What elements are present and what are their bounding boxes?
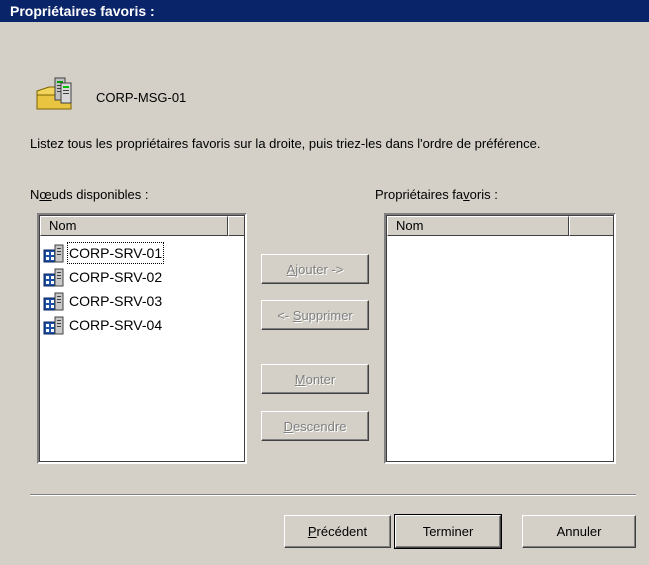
list-item-label: CORP-SRV-01 xyxy=(67,242,165,264)
finish-button[interactable]: Terminer xyxy=(394,514,502,549)
available-nodes-label: Nœuds disponibles : xyxy=(30,187,149,202)
footer-separator xyxy=(30,494,636,496)
available-nodes-list[interactable]: Nom CORP-SRV-01 CORP-SRV-02 CORP-SRV-03 COR… xyxy=(37,213,247,464)
wizard-dialog: Propriétaires favoris : CORP-MSG-01 List… xyxy=(0,0,649,565)
cluster-node-icon xyxy=(43,292,64,311)
list-item[interactable]: CORP-SRV-02 xyxy=(43,266,164,288)
cancel-button[interactable]: Annuler xyxy=(522,515,636,548)
column-header-name[interactable]: Nom xyxy=(40,216,228,236)
add-button[interactable]: Ajouter -> xyxy=(261,254,369,284)
remove-button[interactable]: <- Supprimer xyxy=(261,300,369,330)
list-item-label: CORP-SRV-04 xyxy=(69,317,163,333)
server-name: CORP-MSG-01 xyxy=(96,90,187,105)
list-item[interactable]: CORP-SRV-01 xyxy=(43,242,165,264)
list-item-label: CORP-SRV-02 xyxy=(69,269,163,285)
server-folder-icon xyxy=(36,77,72,110)
list-item[interactable]: CORP-SRV-04 xyxy=(43,314,164,336)
cluster-node-icon xyxy=(43,244,64,263)
page-title: Propriétaires favoris : xyxy=(0,0,649,22)
instruction-text: Listez tous les propriétaires favoris su… xyxy=(30,136,541,151)
list-item[interactable]: CORP-SRV-03 xyxy=(43,290,164,312)
column-header-name[interactable]: Nom xyxy=(387,216,569,236)
cluster-node-icon xyxy=(43,268,64,287)
list-item-label: CORP-SRV-03 xyxy=(69,293,163,309)
column-header-filler xyxy=(228,216,244,236)
column-header-filler xyxy=(569,216,613,236)
move-down-button[interactable]: Descendre xyxy=(261,411,369,441)
preferred-owners-label: Propriétaires favoris : xyxy=(375,187,498,202)
preferred-owners-list[interactable]: Nom xyxy=(384,213,616,464)
move-up-button[interactable]: Monter xyxy=(261,364,369,394)
previous-button[interactable]: Précédent xyxy=(284,515,391,548)
cluster-node-icon xyxy=(43,316,64,335)
